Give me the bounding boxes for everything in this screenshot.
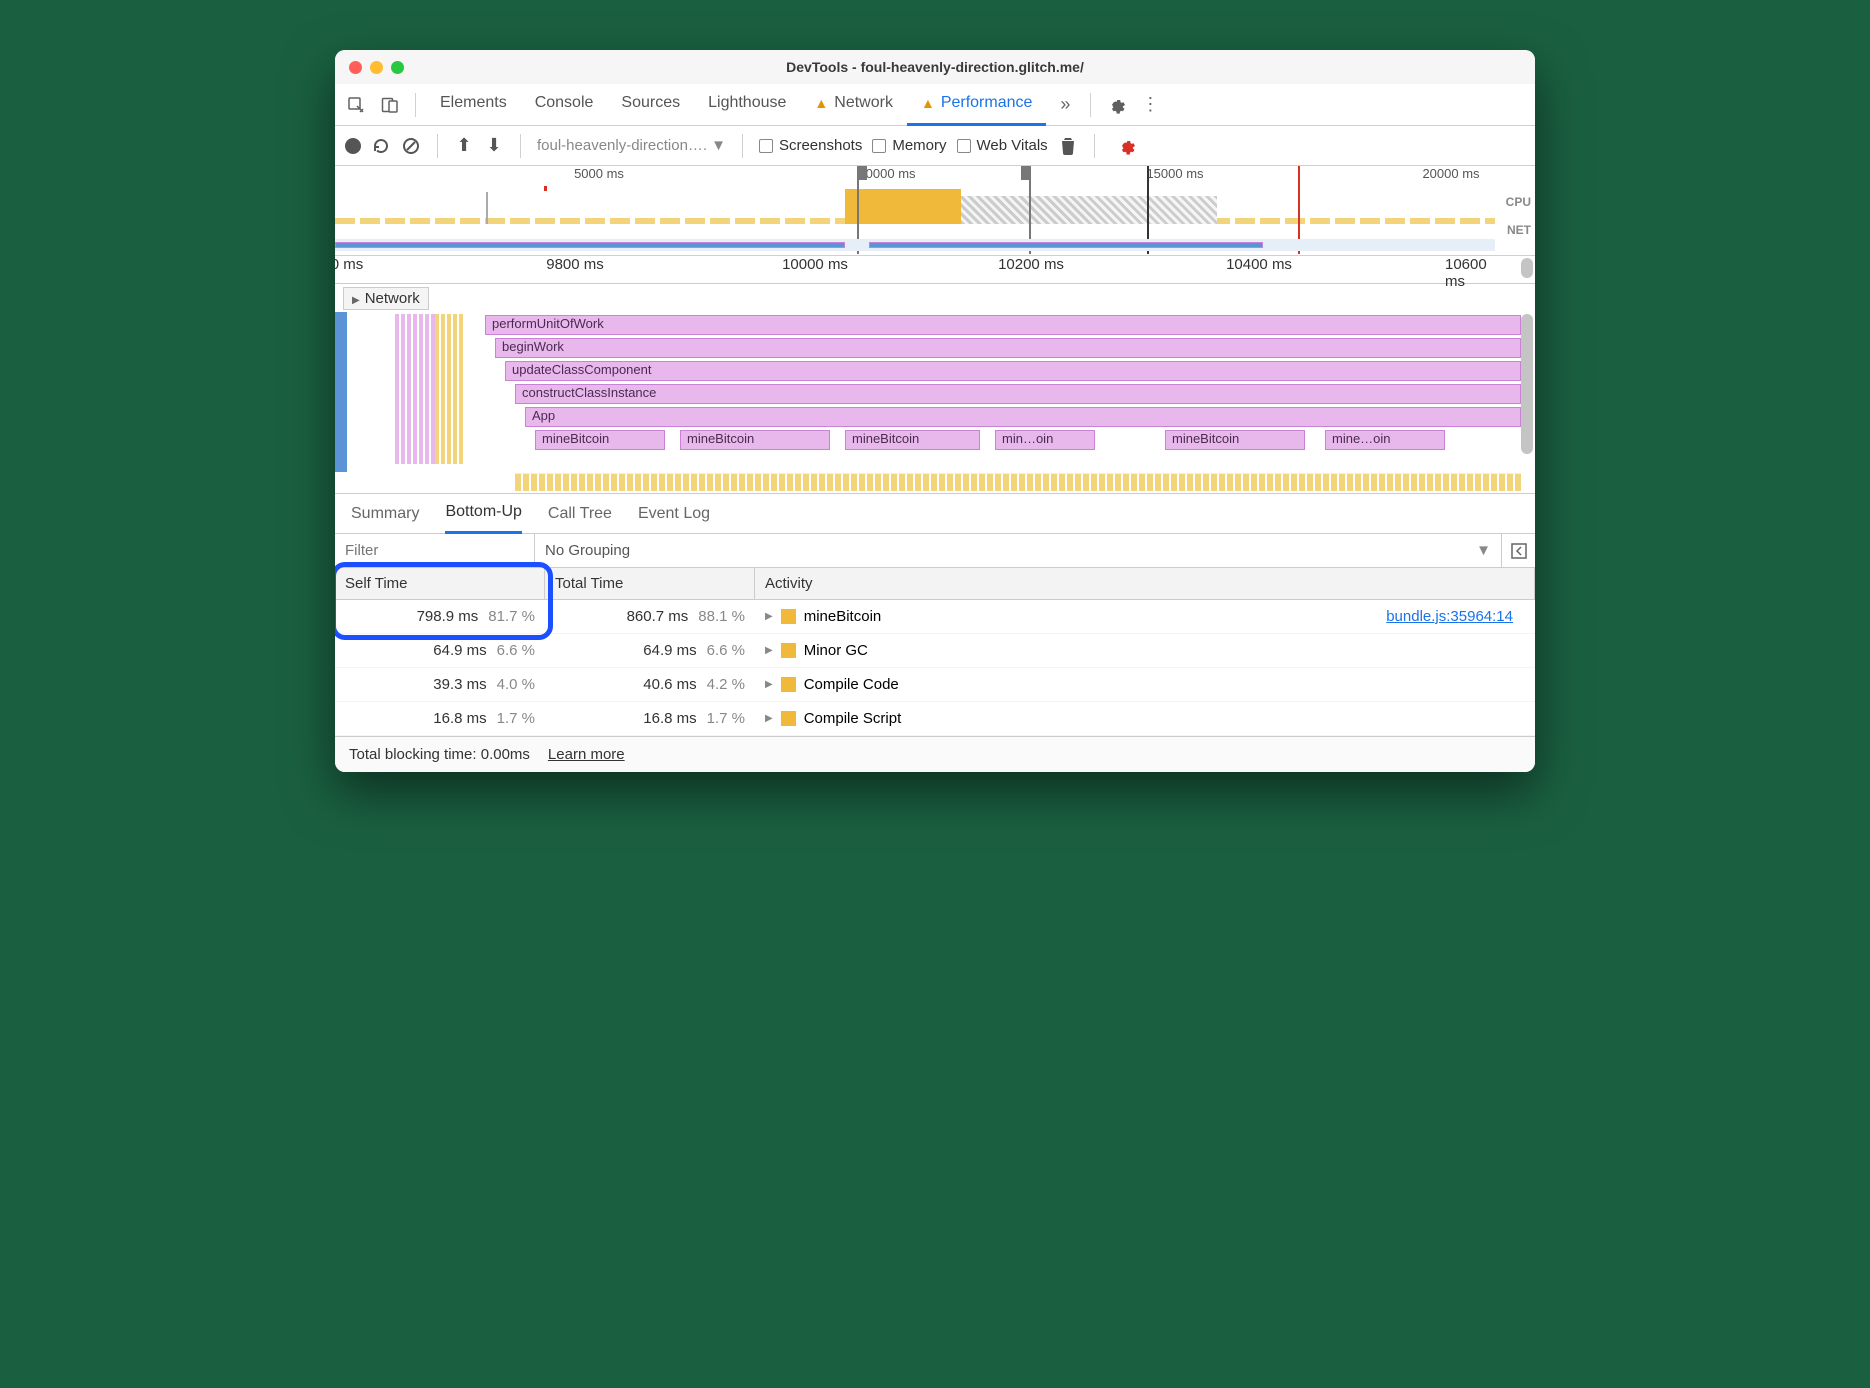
performance-toolbar: ⬆ ⬇ foul-heavenly-direction….▼ Screensho… [335,126,1535,166]
details-tab-strip: Summary Bottom-Up Call Tree Event Log [335,494,1535,534]
flame-bar[interactable]: mineBitcoin [535,430,665,450]
profile-selector[interactable]: foul-heavenly-direction….▼ [537,137,726,154]
download-icon[interactable]: ⬇ [484,131,504,161]
expand-icon[interactable]: ▶ [765,645,773,656]
subtab-call-tree[interactable]: Call Tree [548,505,612,523]
learn-more-link[interactable]: Learn more [548,746,625,763]
col-total-time[interactable]: Total Time [545,568,755,599]
overview-strip[interactable]: 5000 ms 10000 ms 15000 ms 20000 ms CPU [335,166,1535,256]
subtab-event-log[interactable]: Event Log [638,505,710,523]
memory-checkbox[interactable]: Memory [872,137,946,154]
separator [415,93,416,117]
grouping-dropdown[interactable]: No Grouping ▼ [535,534,1501,567]
status-footer: Total blocking time: 0.00ms Learn more [335,736,1535,772]
flame-bar[interactable]: mine…oin [1325,430,1445,450]
overflow-tabs-icon[interactable]: » [1050,90,1080,120]
separator [437,134,438,158]
timeline-ruler[interactable]: 0 ms 9800 ms 10000 ms 10200 ms 10400 ms … [335,256,1535,284]
activity-name: Compile Code [804,676,899,693]
table-row[interactable]: 798.9 ms81.7 %860.7 ms88.1 %▶mineBitcoin… [335,600,1535,634]
flame-bar[interactable]: updateClassComponent [505,361,1521,381]
overview-net-graph [335,239,1495,251]
capture-settings-gear-icon[interactable] [1111,131,1141,161]
flame-bar[interactable]: mineBitcoin [1165,430,1305,450]
scripting-color-swatch-icon [781,677,796,692]
subtab-summary[interactable]: Summary [351,505,419,523]
tab-lighthouse[interactable]: Lighthouse [694,84,800,126]
overview-axis-labels: CPU NET [1506,188,1531,244]
scripting-color-swatch-icon [781,711,796,726]
col-self-time[interactable]: Self Time [335,568,545,599]
activity-name: Minor GC [804,642,868,659]
main-tab-strip: ElementsConsoleSourcesLighthouse▲Network… [335,84,1535,126]
trash-icon[interactable] [1058,131,1078,161]
total-blocking-time: Total blocking time: 0.00ms [349,746,530,763]
window-title: DevTools - foul-heavenly-direction.glitc… [335,59,1535,75]
tab-sources[interactable]: Sources [607,84,694,126]
heaviest-stack-toggle-icon[interactable] [1501,534,1535,567]
tab-network[interactable]: ▲Network [800,84,907,126]
profile-name: foul-heavenly-direction…. [537,137,707,154]
flame-bar[interactable]: mineBitcoin [845,430,980,450]
warning-icon: ▲ [921,95,935,111]
expand-icon[interactable]: ▶ [765,713,773,724]
overview-cpu-graph [335,184,1495,224]
clear-icon[interactable] [401,131,421,161]
flame-chart[interactable]: Network performUnitOfWork beginWork upda… [335,284,1535,494]
scripting-color-swatch-icon [781,643,796,658]
activity-name: Compile Script [804,710,902,727]
bottom-up-table: Self Time Total Time Activity 798.9 ms81… [335,568,1535,736]
warning-icon: ▲ [814,95,828,111]
separator [520,134,521,158]
reload-icon[interactable] [371,131,391,161]
table-row[interactable]: 39.3 ms4.0 %40.6 ms4.2 %▶Compile Code [335,668,1535,702]
filter-row: No Grouping ▼ [335,534,1535,568]
subtab-bottom-up[interactable]: Bottom-Up [445,494,521,534]
gear-icon[interactable] [1101,90,1131,120]
network-section-header[interactable]: Network [343,287,429,310]
source-link[interactable]: bundle.js:35964:14 [1386,608,1525,625]
separator [1094,134,1095,158]
upload-icon[interactable]: ⬆ [454,131,474,161]
expand-icon[interactable]: ▶ [765,679,773,690]
tab-console[interactable]: Console [521,84,608,126]
flame-micro-ticks [515,473,1521,491]
inspect-icon[interactable] [341,90,371,120]
titlebar: DevTools - foul-heavenly-direction.glitc… [335,50,1535,84]
col-activity[interactable]: Activity [755,568,1535,599]
screenshots-checkbox[interactable]: Screenshots [759,137,862,154]
activity-name: mineBitcoin [804,608,882,625]
tab-performance[interactable]: ▲Performance [907,84,1046,126]
timeline-scrollbar[interactable] [1521,256,1533,283]
flame-bar[interactable]: constructClassInstance [515,384,1521,404]
kebab-menu-icon[interactable]: ⋮ [1135,90,1165,120]
table-header: Self Time Total Time Activity [335,568,1535,600]
table-row[interactable]: 16.8 ms1.7 %16.8 ms1.7 %▶Compile Script [335,702,1535,736]
flame-bar[interactable]: min…oin [995,430,1095,450]
expand-icon[interactable]: ▶ [765,611,773,622]
scripting-color-swatch-icon [781,609,796,624]
webvitals-checkbox[interactable]: Web Vitals [957,137,1048,154]
table-row[interactable]: 64.9 ms6.6 %64.9 ms6.6 %▶Minor GC [335,634,1535,668]
flame-bar[interactable]: beginWork [495,338,1521,358]
devtools-window: DevTools - foul-heavenly-direction.glitc… [335,50,1535,772]
flame-bar[interactable]: App [525,407,1521,427]
filter-input[interactable] [335,534,535,567]
tab-elements[interactable]: Elements [426,84,521,126]
flame-bar[interactable]: mineBitcoin [680,430,830,450]
flame-scrollbar[interactable] [1521,284,1533,493]
record-button[interactable] [345,138,361,154]
device-toggle-icon[interactable] [375,90,405,120]
flame-bar[interactable]: performUnitOfWork [485,315,1521,335]
separator [1090,93,1091,117]
separator [742,134,743,158]
